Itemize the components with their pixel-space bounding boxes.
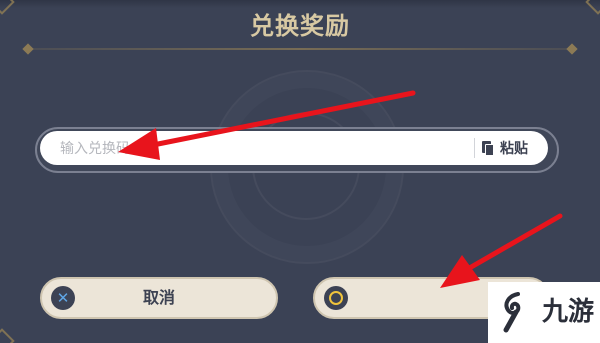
paste-label: 粘贴 bbox=[500, 141, 528, 157]
watermark: 九游 bbox=[488, 282, 600, 343]
corner-ornament-icon bbox=[0, 328, 15, 343]
paste-button[interactable]: 粘贴 bbox=[482, 131, 542, 165]
cancel-button[interactable]: ✕ 取消 bbox=[40, 277, 278, 319]
redeem-dialog: 兑换奖励 粘贴 ✕ 取消 bbox=[0, 0, 600, 343]
title-divider bbox=[28, 48, 572, 50]
code-input-container: 粘贴 bbox=[40, 131, 548, 167]
paste-separator bbox=[474, 138, 475, 158]
paste-icon bbox=[482, 140, 494, 156]
jiuyou-logo-icon bbox=[503, 292, 521, 333]
redeem-code-input[interactable] bbox=[58, 131, 462, 167]
cancel-label: 取消 bbox=[142, 288, 175, 307]
dialog-title: 兑换奖励 bbox=[250, 12, 350, 40]
watermark-text: 九游 bbox=[542, 297, 595, 327]
